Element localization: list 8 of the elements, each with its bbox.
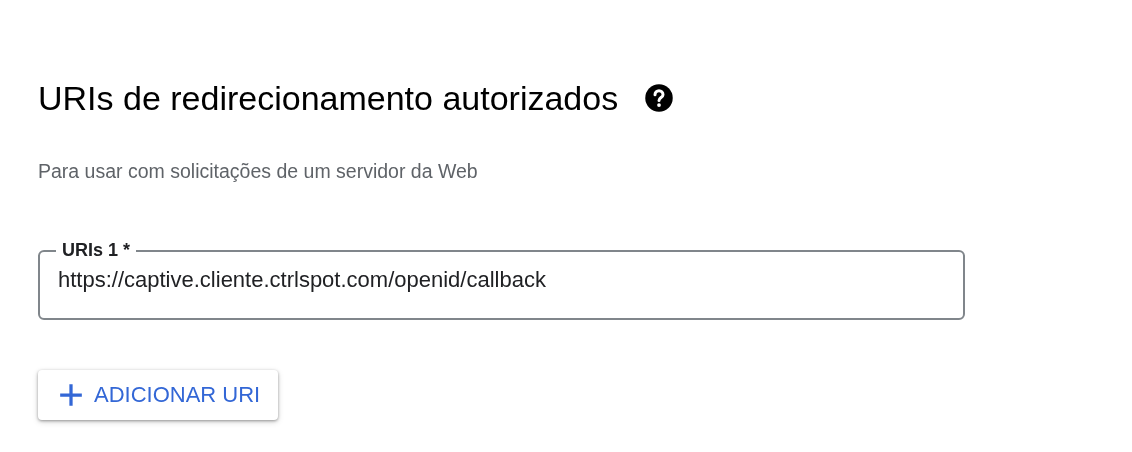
plus-icon (58, 382, 84, 408)
section-title: URIs de redirecionamento autorizados (38, 78, 619, 119)
add-uri-button[interactable]: ADICIONAR URI (38, 370, 279, 420)
help-icon[interactable] (644, 83, 675, 113)
uri-input[interactable]: https://captive.cliente.ctrlspot.com/openid/callback (58, 265, 945, 295)
section-description: Para usar com solicitações de um servidor da Web (38, 159, 479, 184)
field-label: URIs 1 * (61, 240, 132, 261)
uri-field[interactable]: URIs 1 * https://captive.cliente.ctrlspot.com/openid/callback (38, 240, 965, 320)
